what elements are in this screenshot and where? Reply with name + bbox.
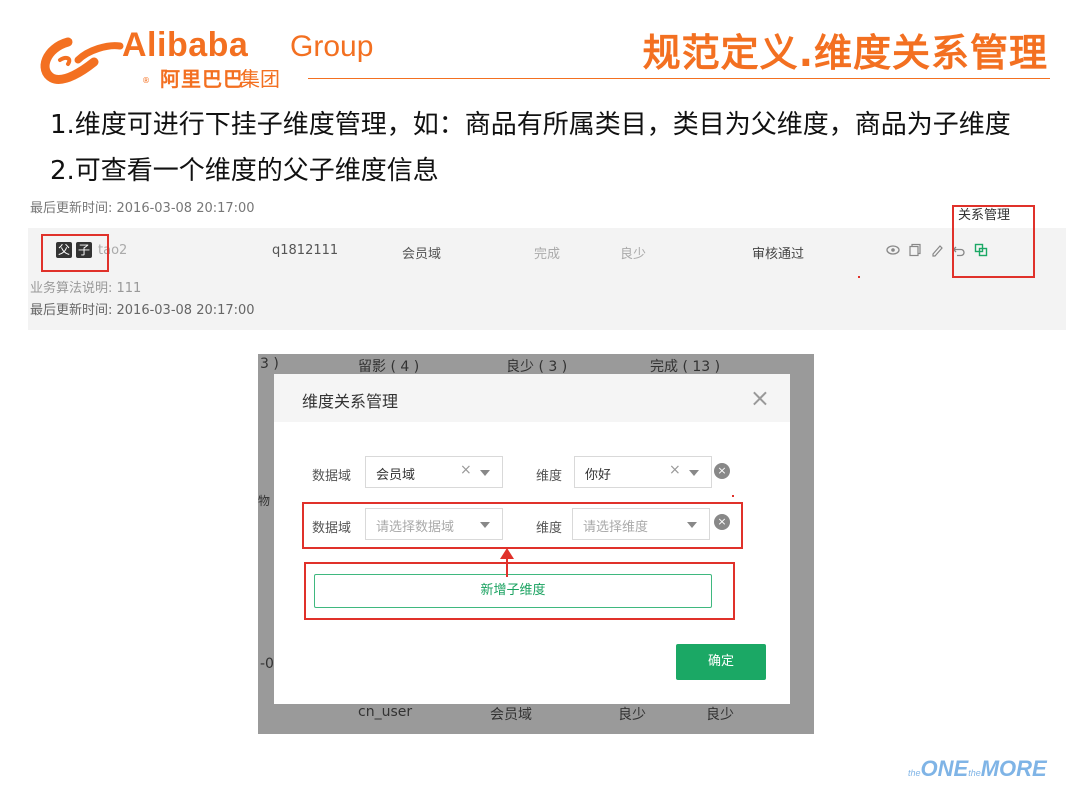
footer-one: ONE bbox=[920, 756, 969, 781]
dimension-domain: 会员域 bbox=[402, 247, 442, 262]
dimension-code: q1812111 bbox=[272, 243, 339, 258]
bg-row-status1: 良少 bbox=[618, 707, 646, 723]
copy-icon[interactable] bbox=[908, 243, 922, 257]
domain-select[interactable]: 会员域 × bbox=[365, 456, 503, 488]
bg-count-3: 良少 ( 3 ) bbox=[506, 359, 568, 375]
brand-name: Alibaba bbox=[122, 26, 249, 64]
bg-side-1: 物 bbox=[258, 494, 271, 508]
confirm-button[interactable]: 确定 bbox=[676, 644, 766, 680]
brand-group-cn: 集团 bbox=[240, 67, 280, 91]
footer-slogan: theONEtheMORE bbox=[908, 756, 1047, 782]
stray-dot bbox=[858, 276, 860, 278]
dimension-select-value: 你好 bbox=[585, 468, 612, 483]
bg-count-1: 3 ) bbox=[260, 356, 279, 372]
dimension-select[interactable]: 你好 × bbox=[574, 456, 712, 488]
dimension-status: 完成 bbox=[534, 247, 561, 262]
remove-row-icon[interactable]: × bbox=[714, 463, 730, 479]
bg-row-name: cn_user bbox=[358, 704, 413, 720]
alibaba-logo-icon bbox=[40, 37, 124, 84]
edit-icon[interactable] bbox=[930, 243, 944, 257]
bg-row-status2: 良少 bbox=[706, 707, 734, 723]
footer-the-2: the bbox=[968, 768, 981, 778]
header-divider bbox=[308, 78, 1050, 79]
prev-update-timestamp: 最后更新时间: 2016-03-08 20:17:00 bbox=[30, 201, 255, 216]
arrow-up-icon bbox=[500, 548, 514, 577]
modal-title: 维度关系管理 bbox=[302, 392, 399, 411]
registered-mark: ® bbox=[142, 76, 150, 85]
dimension-label: 维度 bbox=[536, 469, 563, 484]
footer-more: MORE bbox=[980, 756, 1047, 781]
bullet-point-1: 1.维度可进行下挂子维度管理，如：商品有所属类目，类目为父维度，商品为子维度 bbox=[50, 110, 1011, 140]
update-timestamp: 最后更新时间: 2016-03-08 20:17:00 bbox=[30, 303, 255, 318]
chevron-down-icon[interactable] bbox=[480, 470, 490, 476]
highlight-relation-button bbox=[952, 205, 1035, 278]
brand-group: Group bbox=[290, 30, 374, 63]
highlight-new-row bbox=[302, 502, 743, 549]
close-icon[interactable]: × bbox=[750, 384, 770, 412]
dimension-list-row: 父 子 tao2 q1812111 会员域 完成 良少 审核通过 业务算法说明:… bbox=[28, 228, 1066, 330]
domain-select-value: 会员域 bbox=[376, 468, 416, 483]
footer-the-1: the bbox=[908, 768, 921, 778]
highlight-parent-child-tags bbox=[41, 234, 109, 272]
bg-count-2: 留影 ( 4 ) bbox=[358, 359, 420, 375]
bg-count-4: 完成 ( 13 ) bbox=[650, 359, 721, 375]
brand-name-cn: 阿里巴巴 bbox=[160, 67, 244, 91]
bullet-point-2: 2.可查看一个维度的父子维度信息 bbox=[50, 156, 439, 186]
dimension-quality: 良少 bbox=[620, 247, 647, 262]
review-status: 审核通过 bbox=[752, 247, 805, 262]
stray-dot bbox=[732, 495, 734, 497]
eye-icon[interactable] bbox=[886, 243, 900, 257]
domain-label: 数据域 bbox=[312, 469, 352, 484]
highlight-add-button bbox=[304, 562, 735, 620]
clear-icon[interactable]: × bbox=[669, 462, 681, 478]
bg-row-domain: 会员域 bbox=[490, 707, 532, 723]
algorithm-description: 业务算法说明: 111 bbox=[30, 281, 142, 296]
slide-title: 规范定义.维度关系管理 bbox=[642, 31, 1048, 75]
chevron-down-icon[interactable] bbox=[689, 470, 699, 476]
bg-side-2: -0 bbox=[260, 656, 274, 672]
clear-icon[interactable]: × bbox=[460, 462, 472, 478]
